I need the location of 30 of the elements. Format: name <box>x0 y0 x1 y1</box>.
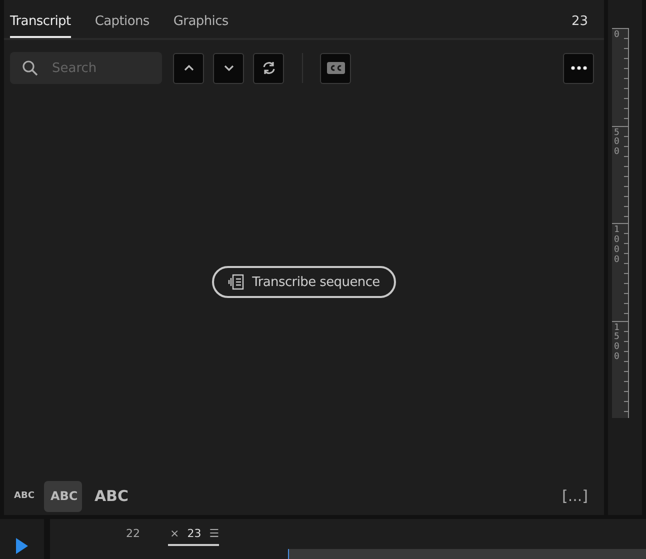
search-field[interactable]: Search <box>10 52 162 84</box>
ruler-label: 500 <box>614 128 620 158</box>
refresh-button[interactable] <box>253 52 284 84</box>
panel-tab[interactable]: Captions <box>94 14 150 38</box>
text-size-button[interactable]: ABC <box>44 480 82 512</box>
tab-menu-button[interactable]: ☰ <box>209 527 220 540</box>
captions-button[interactable] <box>320 52 351 84</box>
refresh-icon <box>262 61 276 75</box>
panel-tab[interactable]: Transcript <box>10 14 71 38</box>
sequence-tab[interactable]: 23 <box>187 527 202 540</box>
sequence-tab[interactable]: 22 <box>126 527 140 540</box>
more-icon <box>570 66 586 70</box>
sequence-number: 23 <box>571 14 588 31</box>
panel-tab[interactable]: Graphics <box>173 14 228 38</box>
closed-captions-icon <box>326 62 344 74</box>
text-size-button[interactable]: ABC <box>8 480 40 512</box>
more-button[interactable] <box>563 52 594 84</box>
ruler-label: 0 <box>614 31 620 41</box>
transcribe-button[interactable]: Transcribe sequence <box>212 266 396 298</box>
text-size-button[interactable]: ABC <box>88 480 134 512</box>
ruler-label: 1500 <box>614 324 620 364</box>
timeline-track[interactable] <box>288 549 646 559</box>
transcript-icon <box>228 274 244 290</box>
pointer-icon <box>15 537 29 555</box>
previous-button[interactable] <box>173 52 204 84</box>
search-icon <box>22 60 38 76</box>
next-button[interactable] <box>213 52 244 84</box>
close-tab-button[interactable]: × <box>170 527 180 540</box>
ruler-label: 1000 <box>614 226 620 266</box>
expand-button[interactable]: [...] <box>562 487 588 505</box>
